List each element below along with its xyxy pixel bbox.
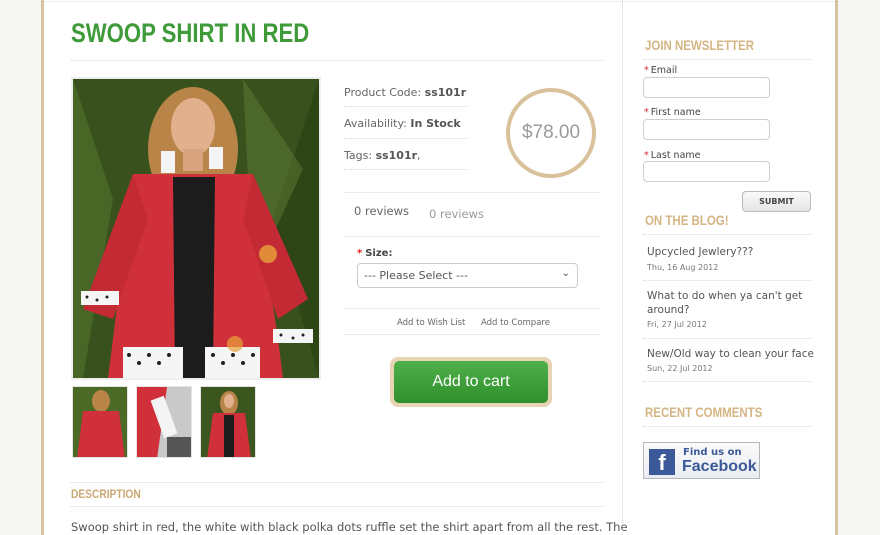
first-name-label-text: First name	[650, 107, 701, 118]
required-marker: *	[644, 107, 649, 118]
sidebar-separator	[622, 0, 623, 535]
availability-row: Availability: In Stock	[344, 117, 461, 130]
blog-post-title[interactable]: What to do when ya can't get	[647, 290, 802, 302]
product-photo	[73, 79, 319, 378]
product-main-image[interactable]	[71, 77, 321, 380]
add-to-wishlist-link[interactable]: Add to Wish List	[397, 318, 465, 328]
section-divider	[344, 308, 599, 309]
tag-link[interactable]: ss101r	[376, 149, 417, 162]
section-divider	[344, 236, 599, 237]
tags-row: Tags: ss101r,	[344, 149, 421, 162]
description-heading: DESCRIPTION	[71, 487, 141, 501]
product-main: SWOOP SHIRT IN RED Product Code: ss101r …	[44, 0, 628, 535]
recent-comments-heading: RECENT COMMENTS	[645, 404, 763, 420]
product-thumbnail[interactable]	[200, 386, 256, 458]
section-divider	[344, 334, 599, 335]
blog-post-date: Fri, 27 Jul 2012	[647, 320, 707, 329]
product-code-label: Product Code:	[344, 86, 422, 99]
sidebar-divider	[643, 280, 811, 281]
facebook-icon: f	[649, 449, 675, 475]
tags-separator: ,	[417, 149, 421, 162]
first-name-field[interactable]	[643, 119, 770, 140]
required-marker: *	[357, 248, 363, 259]
product-code-value: ss101r	[424, 86, 467, 99]
first-name-label: * First name	[644, 107, 701, 118]
blog-post-date: Sun, 22 Jul 2012	[647, 364, 713, 373]
blog-heading: ON THE BLOG!	[645, 212, 729, 228]
meta-divider	[344, 138, 468, 139]
sidebar-divider	[643, 234, 811, 235]
blog-post-title[interactable]: New/Old way to clean your face	[647, 348, 814, 360]
product-thumbnail[interactable]	[72, 386, 128, 458]
reviews-count: 0 reviews	[354, 204, 409, 218]
sidebar-divider	[643, 381, 811, 382]
page-title: SWOOP SHIRT IN RED	[71, 18, 310, 48]
description-text: Swoop shirt in red, the white with black…	[71, 520, 628, 534]
email-label: * Email	[644, 65, 677, 76]
required-marker: *	[644, 150, 649, 161]
availability-value: In Stock	[410, 117, 461, 130]
facebook-line2: Facebook	[682, 458, 757, 475]
blog-post-title-continued[interactable]: around?	[647, 304, 690, 316]
product-code-row: Product Code: ss101r	[344, 86, 466, 99]
chevron-down-icon: ⌄	[561, 268, 570, 279]
meta-divider	[344, 169, 468, 170]
sidebar-divider	[643, 426, 811, 427]
description-top-divider	[71, 482, 604, 483]
facebook-badge[interactable]: f Find us on Facebook	[643, 442, 760, 479]
section-divider	[344, 192, 599, 193]
add-to-cart-frame: Add to cart	[390, 357, 552, 407]
submit-button[interactable]: SUBMIT	[742, 191, 811, 212]
title-divider	[71, 60, 604, 61]
thumbnail-back-view	[73, 387, 127, 457]
email-field[interactable]	[643, 77, 770, 98]
required-marker: *	[644, 65, 649, 76]
price-badge: $78.00	[506, 88, 596, 178]
size-label-text: Size:	[365, 248, 393, 259]
size-select[interactable]: --- Please Select --- ⌄	[357, 263, 578, 288]
blog-post-date: Thu, 16 Aug 2012	[647, 263, 719, 272]
last-name-label: * Last name	[644, 150, 701, 161]
add-to-compare-link[interactable]: Add to Compare	[481, 318, 550, 328]
size-select-value: --- Please Select ---	[364, 269, 468, 282]
sidebar-divider	[643, 59, 811, 60]
product-thumbnail[interactable]	[136, 386, 192, 458]
price-value: $78.00	[521, 122, 581, 143]
size-label: * Size:	[357, 248, 392, 259]
tags-label: Tags:	[344, 149, 373, 162]
email-label-text: Email	[650, 65, 678, 76]
blog-post-title[interactable]: Upcycled Jewlery???	[647, 246, 753, 258]
last-name-label-text: Last name	[650, 150, 701, 161]
last-name-field[interactable]	[643, 161, 770, 182]
facebook-line1: Find us on	[683, 447, 742, 458]
newsletter-heading: JOIN NEWSLETTER	[645, 37, 755, 53]
thumbnail-front-view	[201, 387, 255, 457]
availability-label: Availability:	[344, 117, 407, 130]
page-frame: SWOOP SHIRT IN RED Product Code: ss101r …	[41, 0, 838, 535]
meta-divider	[344, 106, 468, 107]
thumbnail-detail-view	[137, 387, 191, 457]
description-bottom-divider	[71, 506, 604, 507]
sidebar-divider	[643, 338, 811, 339]
reviews-link[interactable]: 0 reviews	[429, 207, 484, 221]
add-to-cart-button[interactable]: Add to cart	[394, 361, 548, 403]
